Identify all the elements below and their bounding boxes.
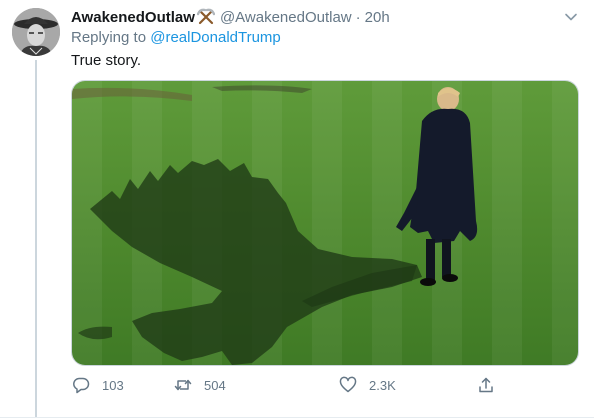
- user-handle[interactable]: @AwakenedOutlaw: [220, 9, 352, 26]
- tweet-header: AwakenedOutlaw @AwakenedOutlaw · 20h: [71, 7, 390, 27]
- avatar[interactable]: [12, 8, 60, 56]
- tweet-text: True story.: [71, 52, 142, 69]
- speech-bubble-icon: [73, 377, 90, 394]
- retweet-count: 504: [204, 377, 226, 393]
- tweet-photo[interactable]: [71, 80, 579, 366]
- retweet-button[interactable]: 504: [174, 376, 226, 394]
- thread-connector-line: [35, 60, 37, 418]
- heart-icon: [339, 376, 357, 393]
- replying-to: Replying to @realDonaldTrump: [71, 29, 281, 46]
- cowboy-portrait-icon: [12, 8, 60, 56]
- share-button[interactable]: [477, 376, 507, 394]
- chevron-down-icon[interactable]: [564, 10, 578, 24]
- reply-mention-link[interactable]: @realDonaldTrump: [150, 29, 281, 46]
- timestamp[interactable]: 20h: [365, 9, 390, 26]
- like-count: 2.3K: [369, 377, 396, 393]
- tweet-actions: 103 504 2.3K: [72, 376, 502, 396]
- photo-of-man-walking-on-lawn-with-dragon-shadow: [72, 81, 578, 365]
- display-name[interactable]: AwakenedOutlaw: [71, 9, 195, 26]
- reply-button[interactable]: 103: [72, 376, 124, 394]
- like-button[interactable]: 2.3K: [339, 376, 396, 394]
- retweet-icon: [174, 379, 192, 391]
- share-upload-icon: [479, 377, 493, 393]
- replying-to-label: Replying to: [71, 29, 151, 46]
- crossed-pickaxes-icon: [196, 8, 215, 26]
- reply-count: 103: [102, 377, 124, 393]
- separator-dot: ·: [355, 8, 361, 26]
